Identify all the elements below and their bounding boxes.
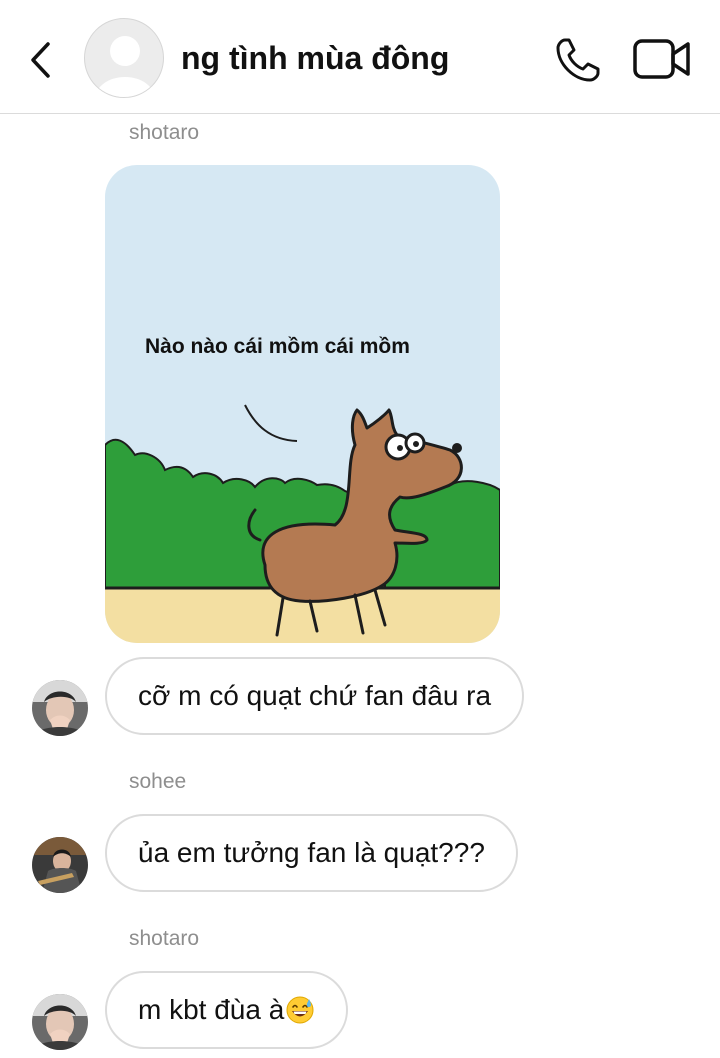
image-message[interactable]: Nào nào cái mồm cái mồm xyxy=(105,165,500,643)
message-bubble[interactable]: cỡ m có quạt chứ fan đâu ra xyxy=(105,657,525,735)
message-text: m kbt đùa à xyxy=(138,994,285,1025)
sender-name: shotaro xyxy=(129,121,200,144)
grinning-sweat-emoji xyxy=(286,996,314,1024)
back-button[interactable] xyxy=(24,36,60,84)
avatar[interactable] xyxy=(32,837,88,893)
group-avatar[interactable] xyxy=(84,18,164,98)
meme-image: Nào nào cái mồm cái mồm xyxy=(105,165,500,643)
chat-header: ng tình mùa đông xyxy=(0,0,720,114)
sender-name: sohee xyxy=(129,770,187,793)
message-bubble[interactable]: ủa em tưởng fan là quạt??? xyxy=(105,814,518,892)
user-photo xyxy=(32,680,88,736)
chevron-left-icon xyxy=(31,42,50,78)
user-photo xyxy=(32,837,88,893)
chat-title[interactable]: ng tình mùa đông xyxy=(181,40,449,77)
avatar[interactable] xyxy=(32,680,88,736)
sender-name: shotaro xyxy=(129,927,200,950)
video-call-button[interactable] xyxy=(632,36,692,82)
message-text: ủa em tưởng fan là quạt??? xyxy=(138,837,485,868)
message-bubble[interactable]: m kbt đùa à xyxy=(105,971,349,1049)
avatar[interactable] xyxy=(32,994,88,1050)
phone-icon xyxy=(556,38,600,82)
message-text: cỡ m có quạt chứ fan đâu ra xyxy=(138,680,492,711)
video-camera-icon xyxy=(633,39,690,79)
call-button[interactable] xyxy=(552,36,604,84)
user-photo xyxy=(32,994,88,1050)
meme-caption: Nào nào cái mồm cái mồm xyxy=(145,335,410,358)
default-avatar-icon xyxy=(95,36,155,97)
